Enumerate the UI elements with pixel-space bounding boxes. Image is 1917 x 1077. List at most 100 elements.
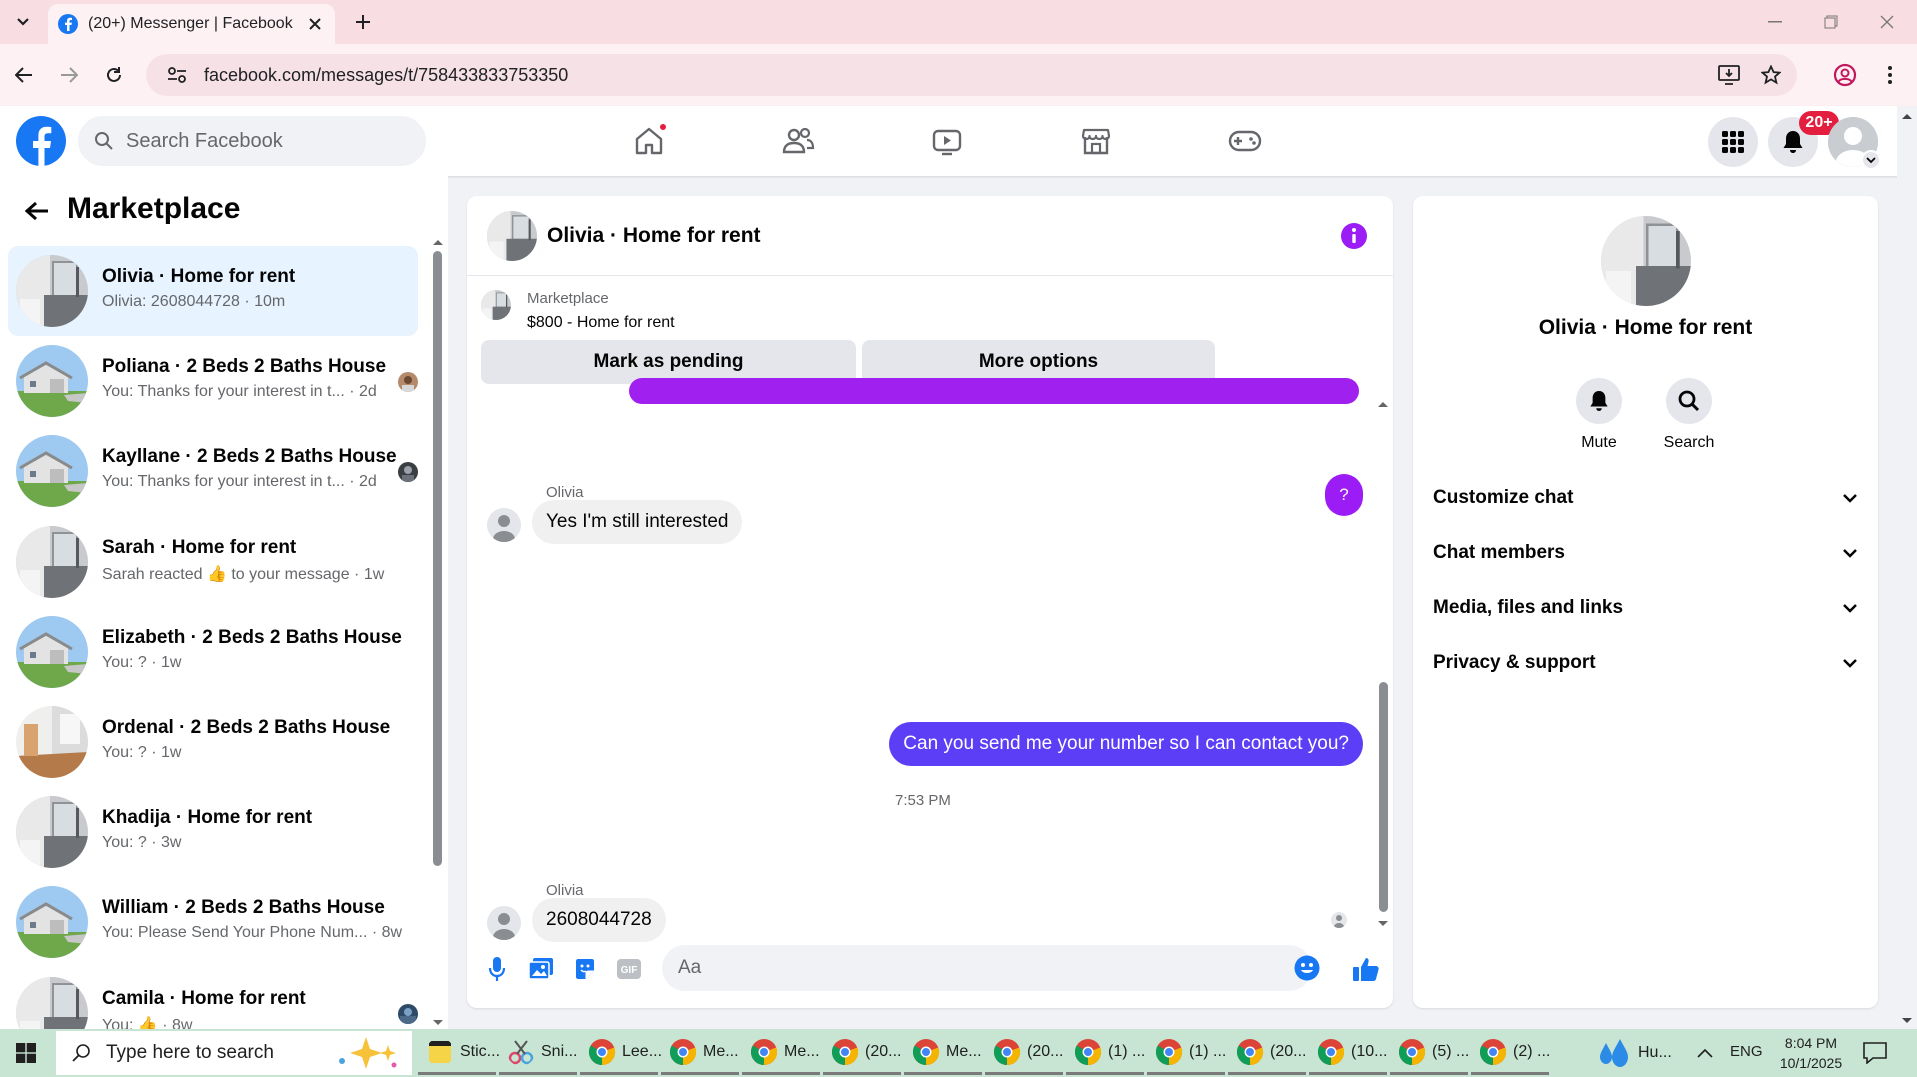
section-label: Customize chat	[1433, 487, 1574, 508]
customize-chat-section[interactable]: Customize chat	[1433, 478, 1858, 518]
notification-center-icon[interactable]	[1863, 1042, 1887, 1064]
taskbar-app-chrome[interactable]: (20...	[985, 1031, 1063, 1075]
sender-avatar[interactable]	[487, 508, 521, 542]
reload-button[interactable]	[98, 59, 130, 91]
restore-icon	[1824, 15, 1838, 29]
conversation-item[interactable]: Sarah · Home for rent Sarah reacted 👍 to …	[8, 517, 418, 607]
conversation-item[interactable]: Ordenal · 2 Beds 2 Baths House You: ? · 1…	[8, 697, 418, 787]
outgoing-message-bubble[interactable]: Can you send me your number so I can con…	[889, 722, 1363, 766]
nav-home[interactable]	[594, 114, 704, 168]
search-in-conversation-button[interactable]: Search	[1649, 378, 1729, 452]
chevron-up-icon[interactable]	[1696, 1047, 1714, 1059]
listing-thumbnail[interactable]	[481, 290, 511, 320]
chevron-down-icon	[17, 18, 29, 26]
info-avatar[interactable]	[1601, 216, 1691, 306]
back-button[interactable]	[8, 59, 40, 91]
bookmark-star-icon[interactable]	[1755, 59, 1787, 91]
microphone-icon[interactable]	[481, 953, 513, 985]
page-scrollbar[interactable]	[1897, 106, 1917, 1029]
search-icon	[95, 132, 113, 150]
chat-members-section[interactable]: Chat members	[1433, 533, 1858, 573]
like-thumbs-up-icon[interactable]	[1350, 953, 1382, 985]
taskbar-app-chrome[interactable]: (20...	[1228, 1031, 1306, 1075]
listing-title[interactable]: $800 - Home for rent	[527, 314, 675, 332]
taskbar-search-input[interactable]: Type here to search	[56, 1031, 412, 1075]
info-icon[interactable]	[1340, 222, 1368, 250]
read-receipt-avatar	[398, 462, 418, 482]
nav-watch[interactable]	[892, 114, 1002, 168]
nav-gaming[interactable]	[1190, 114, 1300, 168]
taskbar-app-chrome[interactable]: Me...	[661, 1031, 739, 1075]
taskbar-app-chrome[interactable]: (20...	[823, 1031, 901, 1075]
taskbar-app-chrome[interactable]: (10...	[1309, 1031, 1387, 1075]
address-bar[interactable]: facebook.com/messages/t/758433833753350	[146, 54, 1797, 96]
minimize-button[interactable]	[1755, 6, 1795, 38]
windows-start-button[interactable]	[0, 1029, 52, 1077]
new-tab-button[interactable]	[350, 9, 376, 35]
taskbar-app-chrome[interactable]: (2) ...	[1471, 1031, 1550, 1075]
restore-button[interactable]	[1811, 6, 1851, 38]
conversation-item[interactable]: William · 2 Beds 2 Baths House You: Pleas…	[8, 877, 418, 967]
taskbar-app-chrome[interactable]: (1) ...	[1066, 1031, 1145, 1075]
taskbar-app-chrome[interactable]: Me...	[904, 1031, 982, 1075]
facebook-header: Search Facebook 20+	[0, 106, 1917, 176]
photo-icon[interactable]	[525, 953, 557, 985]
message-input[interactable]: Aa	[662, 945, 1312, 991]
taskbar-app-chrome[interactable]: Me...	[742, 1031, 820, 1075]
tab-search-button[interactable]	[10, 9, 36, 35]
sticker-icon[interactable]	[569, 953, 601, 985]
incoming-message-bubble[interactable]: 2608044728	[532, 898, 666, 942]
account-chevron-icon[interactable]	[1861, 150, 1881, 170]
taskbar-app-snipping-tool[interactable]: Sni...	[499, 1031, 577, 1075]
language-indicator[interactable]: ENG	[1730, 1043, 1763, 1060]
tab-close-icon[interactable]	[303, 12, 327, 36]
chrome-icon	[1317, 1038, 1345, 1065]
mute-button[interactable]: Mute	[1559, 378, 1639, 452]
browser-menu-button[interactable]	[1874, 59, 1906, 91]
conversation-thumbnail	[16, 796, 88, 868]
privacy-support-section[interactable]: Privacy & support	[1433, 643, 1858, 683]
nav-marketplace[interactable]	[1041, 114, 1151, 168]
site-info-icon[interactable]	[160, 60, 194, 90]
conversation-thumbnail	[16, 526, 88, 598]
profile-button[interactable]	[1829, 59, 1861, 91]
back-arrow-icon[interactable]	[20, 194, 54, 228]
install-app-icon[interactable]	[1713, 59, 1745, 91]
taskbar-app-chrome[interactable]: Lee...	[580, 1031, 662, 1075]
chrome-icon	[1479, 1038, 1507, 1065]
system-clock[interactable]: 8:04 PM 10/1/2025	[1766, 1033, 1856, 1073]
emoji-icon[interactable]	[1293, 954, 1321, 982]
search-icon	[1666, 378, 1712, 424]
facebook-search-input[interactable]: Search Facebook	[78, 116, 426, 166]
forward-button[interactable]	[53, 59, 85, 91]
conversation-item[interactable]: Khadija · Home for rent You: ? · 3w	[8, 787, 418, 877]
conversation-name: Olivia · Home for rent	[102, 266, 296, 287]
media-files-links-section[interactable]: Media, files and links	[1433, 588, 1858, 628]
chat-title[interactable]: Olivia · Home for rent	[547, 224, 761, 248]
conversation-item[interactable]: Kayllane · 2 Beds 2 Baths House You: Than…	[8, 426, 418, 516]
browser-tab-active[interactable]: (20+) Messenger | Facebook	[48, 4, 335, 44]
nav-friends[interactable]	[743, 114, 853, 168]
incoming-message-bubble[interactable]: Yes I'm still interested	[532, 500, 743, 544]
weather-widget[interactable]: Hu...	[1588, 1031, 1698, 1075]
taskbar-app-chrome[interactable]: (5) ...	[1390, 1031, 1469, 1075]
chat-scrollbar[interactable]	[1373, 396, 1393, 936]
search-icon	[72, 1044, 90, 1062]
gif-icon[interactable]: GIF	[613, 953, 645, 985]
facebook-logo-icon[interactable]	[16, 116, 66, 166]
outgoing-message-bubble[interactable]: ?	[1325, 474, 1363, 516]
section-label: Media, files and links	[1433, 597, 1624, 618]
conversation-item[interactable]: Elizabeth · 2 Beds 2 Baths House You: ? ·…	[8, 607, 418, 697]
conversation-item[interactable]: Camila · Home for rent You: 👍 · 8w	[8, 968, 418, 1029]
close-window-button[interactable]	[1867, 6, 1907, 38]
sender-avatar[interactable]	[487, 906, 521, 940]
conversation-item[interactable]: Olivia · Home for rent Olivia: 2608044728…	[8, 246, 418, 336]
chat-avatar[interactable]	[487, 211, 537, 261]
taskbar-app-sticky-notes[interactable]: Stic...	[418, 1031, 500, 1075]
sidebar-scrollbar[interactable]	[428, 236, 448, 1029]
chat-scroll-thumb[interactable]	[1379, 682, 1388, 912]
taskbar-app-chrome[interactable]: (1) ...	[1147, 1031, 1226, 1075]
sidebar-scroll-thumb[interactable]	[433, 251, 442, 866]
menu-grid-button[interactable]	[1708, 117, 1758, 167]
conversation-item[interactable]: Poliana · 2 Beds 2 Baths House You: Thank…	[8, 336, 418, 426]
